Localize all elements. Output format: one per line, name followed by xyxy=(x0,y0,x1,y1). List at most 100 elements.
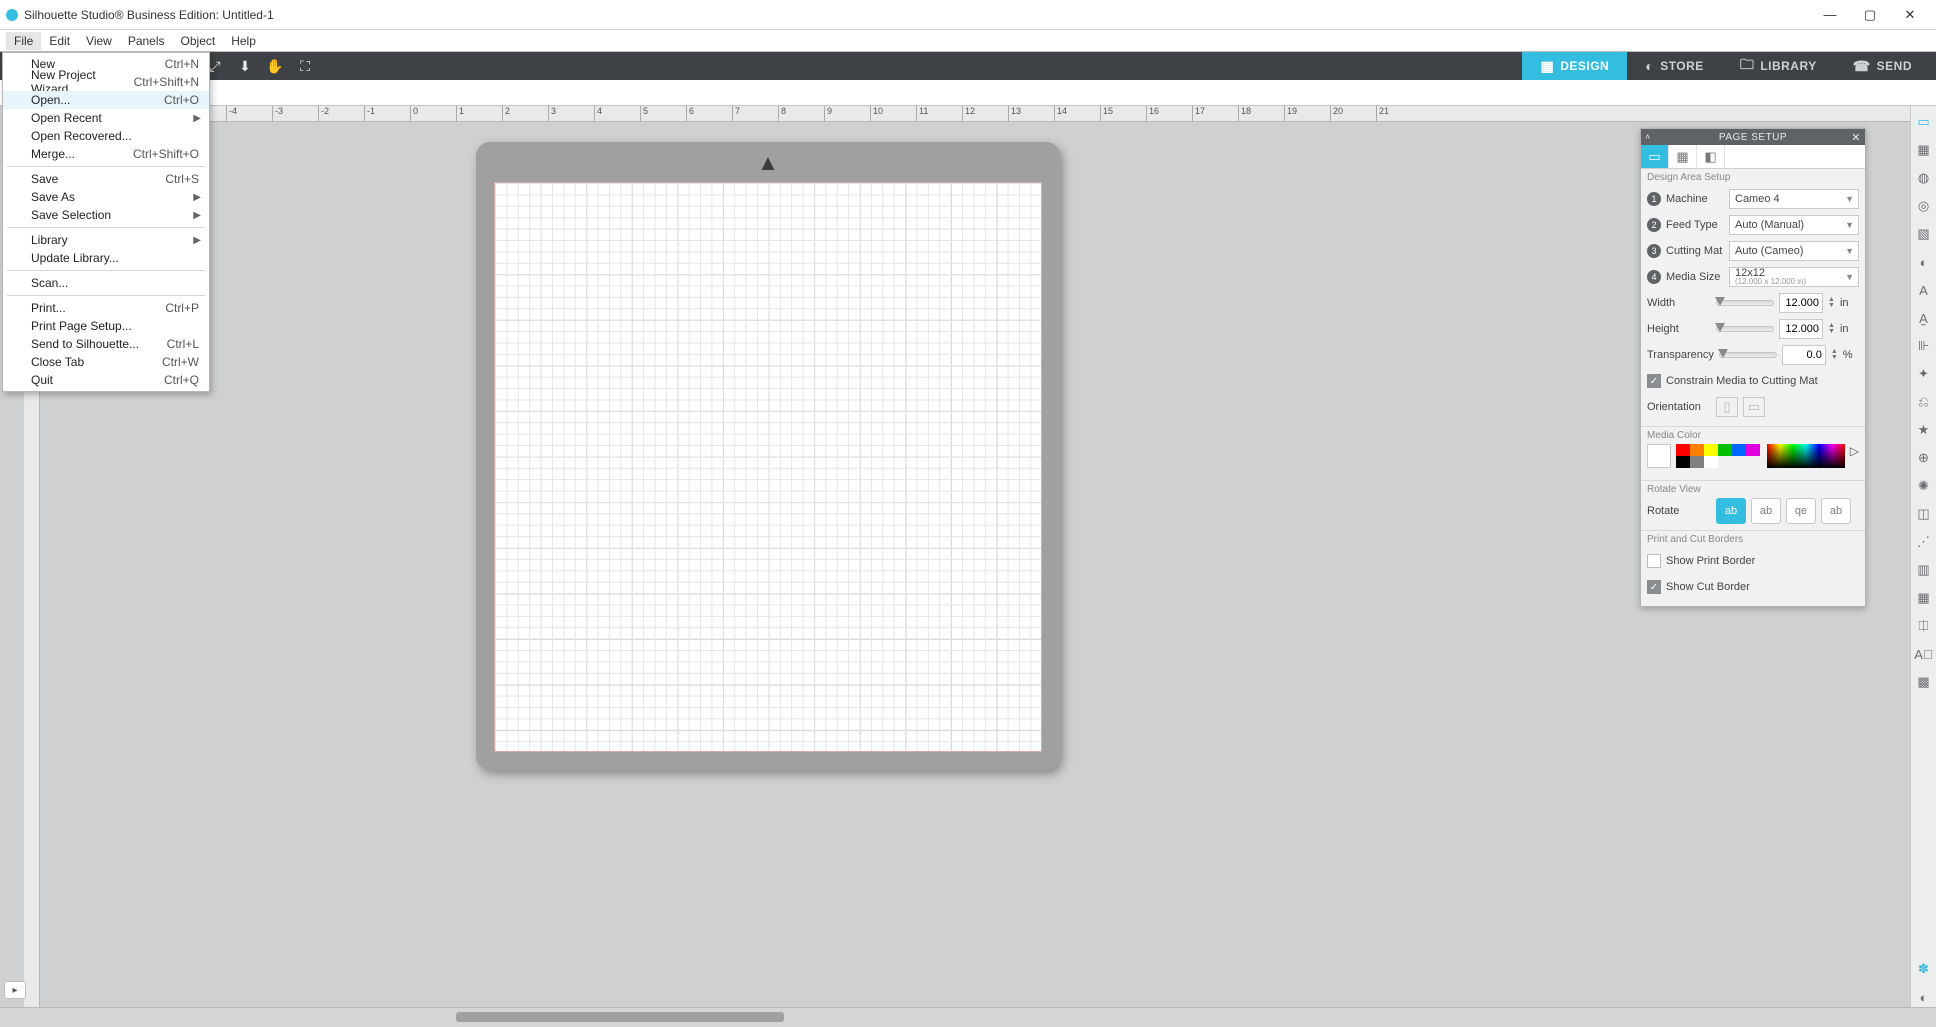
menu-edit[interactable]: Edit xyxy=(41,32,78,50)
constrain-checkbox[interactable]: ✓ xyxy=(1647,374,1661,388)
media-dropdown[interactable]: 12x12(12.000 x 12.000 in)▼ xyxy=(1729,267,1859,287)
show-cut-checkbox[interactable]: ✓ xyxy=(1647,580,1661,594)
mode-design[interactable]: ▦DESIGN xyxy=(1522,52,1627,80)
panel-tab-grid[interactable]: ▦ xyxy=(1669,145,1697,168)
cutting-mat[interactable]: ▲ xyxy=(476,142,1060,770)
height-input[interactable] xyxy=(1779,319,1823,339)
text-style-icon[interactable]: A xyxy=(1914,280,1934,300)
height-slider[interactable] xyxy=(1716,326,1774,332)
barcode-icon[interactable]: ⎅ xyxy=(1914,616,1934,636)
minimize-button[interactable]: — xyxy=(1810,0,1850,30)
nesting-icon[interactable]: ▦ xyxy=(1914,588,1934,608)
eyedropper-icon[interactable]: ▷ xyxy=(1850,444,1859,458)
preferences-icon[interactable]: ✽ xyxy=(1914,959,1934,979)
replicate-icon[interactable]: ⎌ xyxy=(1914,392,1934,412)
show-print-checkbox[interactable] xyxy=(1647,554,1661,568)
page-setup-icon[interactable]: ▭ xyxy=(1914,112,1934,132)
file-menu-item[interactable]: Update Library... xyxy=(3,249,209,267)
menu-file[interactable]: File xyxy=(6,32,41,50)
file-menu-item[interactable]: Print Page Setup... xyxy=(3,317,209,335)
transp-slider[interactable] xyxy=(1719,352,1777,358)
collapse-icon[interactable]: ˄ xyxy=(1645,132,1651,142)
file-menu-item[interactable]: Merge...Ctrl+Shift+O xyxy=(3,145,209,163)
current-color-swatch[interactable] xyxy=(1647,444,1671,468)
color-swatch[interactable] xyxy=(1690,456,1704,468)
file-menu-item[interactable]: SaveCtrl+S xyxy=(3,170,209,188)
rotate-90[interactable]: ab xyxy=(1751,498,1781,524)
color-swatch[interactable] xyxy=(1676,444,1690,456)
spinner[interactable]: ▲▼ xyxy=(1828,323,1835,335)
menu-object[interactable]: Object xyxy=(173,32,224,50)
canvas-area[interactable]: -6-5-4-3-2-10123456789101112131415161718… xyxy=(24,106,1910,1007)
offset-icon[interactable]: ◫ xyxy=(1914,504,1934,524)
orientation-landscape[interactable]: ▭ xyxy=(1743,397,1765,417)
file-menu-item[interactable]: Send to Silhouette...Ctrl+L xyxy=(3,335,209,353)
file-menu-item[interactable]: Save Selection▶ xyxy=(3,206,209,224)
panel-close-icon[interactable]: ✕ xyxy=(1851,131,1861,144)
machine-dropdown[interactable]: Cameo 4▼ xyxy=(1729,189,1859,209)
color-swatch[interactable] xyxy=(1690,444,1704,456)
color-swatch[interactable] xyxy=(1718,444,1732,456)
fit-icon[interactable]: ⛶ xyxy=(294,55,316,77)
file-menu-item[interactable]: Close TabCtrl+W xyxy=(3,353,209,371)
sketch-icon[interactable]: ⋰ xyxy=(1914,532,1934,552)
menu-view[interactable]: View xyxy=(78,32,120,50)
spinner[interactable]: ▲▼ xyxy=(1831,349,1838,361)
contrast-icon[interactable]: ◐ xyxy=(1914,252,1934,272)
mode-store[interactable]: ◐STORE xyxy=(1627,52,1722,80)
rotate-180[interactable]: qe xyxy=(1786,498,1816,524)
rotate-270[interactable]: ab xyxy=(1821,498,1851,524)
star-icon[interactable]: ★ xyxy=(1914,420,1934,440)
file-menu-item[interactable]: Library▶ xyxy=(3,231,209,249)
bottom-scrollbar[interactable] xyxy=(0,1007,1936,1027)
color-swatch[interactable] xyxy=(1704,456,1718,468)
close-button[interactable]: ✕ xyxy=(1890,0,1930,30)
panel-tab-reg[interactable]: ◧ xyxy=(1697,145,1725,168)
rotate-0[interactable]: ab xyxy=(1716,498,1746,524)
align-icon[interactable]: ⊪ xyxy=(1914,336,1934,356)
puzzle-icon[interactable]: ▩ xyxy=(1914,672,1934,692)
panel-tab-page[interactable]: ▭ xyxy=(1641,145,1669,168)
feed-dropdown[interactable]: Auto (Manual)▼ xyxy=(1729,215,1859,235)
color-swatch[interactable] xyxy=(1732,444,1746,456)
media-page[interactable] xyxy=(494,182,1042,752)
width-slider[interactable] xyxy=(1716,300,1774,306)
file-menu-item[interactable]: Open Recovered... xyxy=(3,127,209,145)
color-swatch[interactable] xyxy=(1676,456,1690,468)
text-path-icon[interactable]: A̰ xyxy=(1914,308,1934,328)
mode-library[interactable]: 🗀LIBRARY xyxy=(1722,52,1835,80)
emboss-icon[interactable]: ▥ xyxy=(1914,560,1934,580)
pan-icon[interactable]: ✋ xyxy=(264,55,286,77)
menu-panels[interactable]: Panels xyxy=(120,32,173,50)
mat-dropdown[interactable]: Auto (Cameo)▼ xyxy=(1729,241,1859,261)
color-swatch[interactable] xyxy=(1746,444,1760,456)
pixscan-icon[interactable]: ▦ xyxy=(1914,140,1934,160)
tab-button[interactable]: ▸ xyxy=(4,981,26,999)
modify-icon[interactable]: ⊕ xyxy=(1914,448,1934,468)
file-menu-item[interactable]: Save As▶ xyxy=(3,188,209,206)
file-menu-item[interactable]: QuitCtrl+Q xyxy=(3,371,209,389)
target-icon[interactable]: ✺ xyxy=(1914,476,1934,496)
transp-input[interactable] xyxy=(1782,345,1826,365)
spinner[interactable]: ▲▼ xyxy=(1828,297,1835,309)
line-icon[interactable]: ◎ xyxy=(1914,196,1934,216)
menu-help[interactable]: Help xyxy=(223,32,264,50)
file-menu-item[interactable]: Open Recent▶ xyxy=(3,109,209,127)
color-swatch[interactable] xyxy=(1704,444,1718,456)
zoom-drag-icon[interactable]: ⬇ xyxy=(234,55,256,77)
panel-header[interactable]: ˄ PAGE SETUP ✕ xyxy=(1641,129,1865,145)
file-menu-item[interactable]: New Project WizardCtrl+Shift+N xyxy=(3,73,209,91)
scrollbar-thumb[interactable] xyxy=(456,1012,784,1022)
file-menu-item[interactable]: Open...Ctrl+O xyxy=(3,91,209,109)
maximize-button[interactable]: ▢ xyxy=(1850,0,1890,30)
width-input[interactable] xyxy=(1779,293,1823,313)
theme-icon[interactable]: ◐ xyxy=(1914,987,1934,1007)
file-menu-item[interactable]: Print...Ctrl+P xyxy=(3,299,209,317)
file-menu-item[interactable]: Scan... xyxy=(3,274,209,292)
rhinestone-icon[interactable]: A⃞ xyxy=(1914,644,1934,664)
trace-icon[interactable]: ▧ xyxy=(1914,224,1934,244)
color-spectrum[interactable] xyxy=(1767,444,1845,468)
orientation-portrait[interactable]: ▯ xyxy=(1716,397,1738,417)
fill-icon[interactable]: ◍ xyxy=(1914,168,1934,188)
mode-send[interactable]: ☎SEND xyxy=(1835,52,1930,80)
